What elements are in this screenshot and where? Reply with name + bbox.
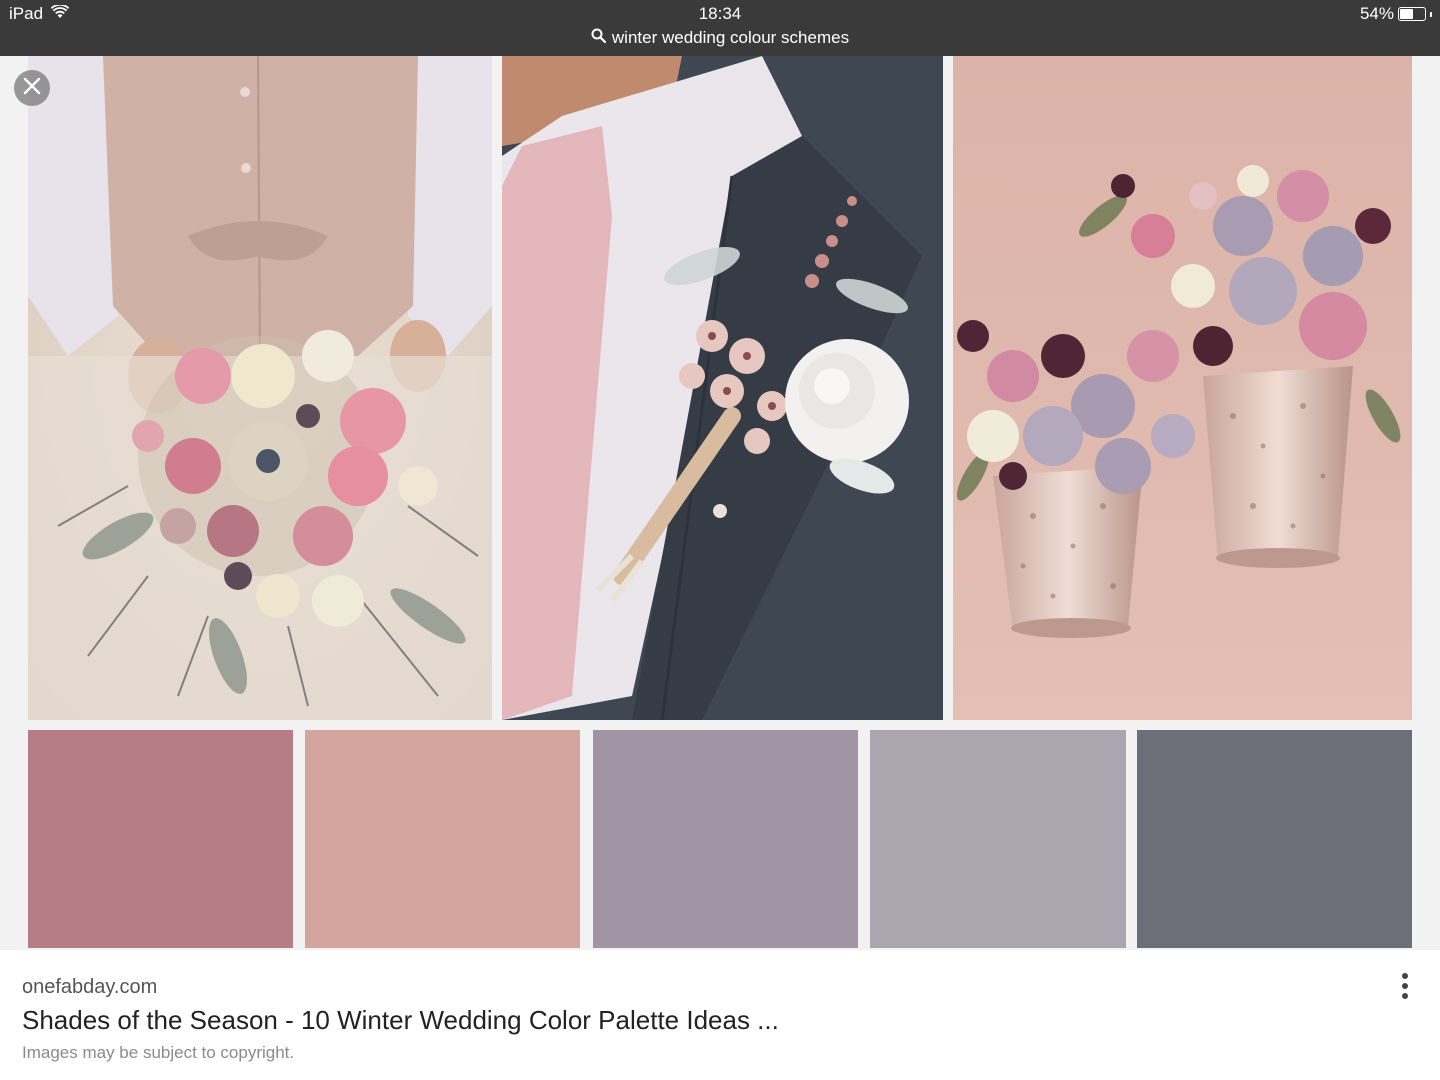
more-vertical-icon bbox=[1402, 973, 1408, 979]
copyright-notice: Images may be subject to copyright. bbox=[22, 1043, 295, 1062]
source-site-link[interactable]: onefabday.com bbox=[22, 976, 157, 999]
color-swatch-dusty-rose bbox=[28, 730, 293, 948]
more-vertical-icon-dot bbox=[1402, 993, 1408, 999]
status-time: 18:34 bbox=[698, 4, 742, 23]
battery-tip bbox=[1430, 11, 1432, 17]
color-swatch-slate bbox=[1137, 730, 1412, 948]
color-swatch-lavender-grey bbox=[870, 730, 1126, 948]
color-swatch-mauve bbox=[593, 730, 858, 948]
search-query-bar[interactable]: winter wedding colour schemes bbox=[0, 28, 1440, 48]
photo-groom-boutonniere bbox=[502, 56, 943, 720]
result-title-link[interactable]: Shades of the Season - 10 Winter Wedding… bbox=[22, 1005, 779, 1036]
photo-flower-vases bbox=[953, 56, 1412, 720]
battery-icon bbox=[1398, 7, 1426, 21]
status-bar: iPad 18:34 winter wedding colour schemes… bbox=[0, 0, 1440, 56]
close-button[interactable] bbox=[14, 70, 50, 106]
image-preview[interactable] bbox=[0, 56, 1440, 950]
battery-fill bbox=[1400, 9, 1413, 19]
photo-bride-bouquet bbox=[28, 56, 492, 720]
close-icon bbox=[23, 77, 41, 100]
battery-percent: 54% bbox=[1359, 4, 1394, 23]
color-swatch-blush bbox=[305, 730, 580, 948]
more-vertical-icon-dot bbox=[1402, 983, 1408, 989]
search-icon bbox=[591, 28, 607, 48]
status-right: 54% bbox=[1360, 4, 1432, 24]
more-options-button[interactable] bbox=[1390, 968, 1420, 1004]
result-info-panel: onefabday.com Shades of the Season - 10 … bbox=[0, 950, 1440, 1080]
search-query-text: winter wedding colour schemes bbox=[611, 28, 850, 47]
